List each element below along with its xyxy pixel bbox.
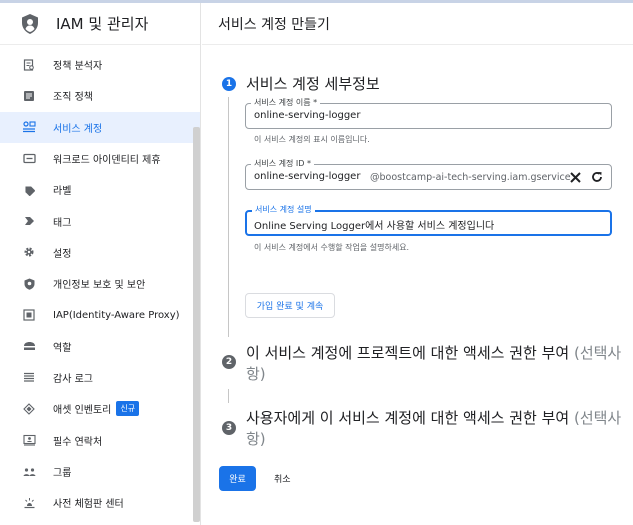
sidebar-item-gear[interactable]: 설정 [0,237,200,268]
gear-icon [22,245,36,259]
sidebar-item-label[interactable]: 라벨 [0,174,200,205]
step-2-title-text: 이 서비스 계정에 프로젝트에 대한 액세스 권한 부여 [246,344,570,362]
step-3-optional-open: (선택사 [573,409,622,427]
sidebar-item-roles[interactable]: 역할 [0,331,200,362]
name-field-hint: 이 서비스 계정의 표시 이름입니다. [254,135,370,144]
service-account-name-field[interactable]: 서비스 계정 이름 * online-serving-logger [245,98,612,129]
step-1-title: 서비스 계정 세부정보 [246,75,380,93]
sidebar-item-label: 역할 [53,342,72,354]
description-field-hint: 이 서비스 계정에서 수행할 작업을 설명하세요. [254,243,410,252]
step-2-title[interactable]: 이 서비스 계정에 프로젝트에 대한 액세스 권한 부여 (선택사 항) [246,343,626,385]
service-account-id-field[interactable]: 서비스 계정 ID * online-serving-logger @boost… [245,159,612,190]
name-field-value: online-serving-logger [254,110,361,121]
sidebar-item-label: 감사 로그 [53,374,93,386]
sidebar-item-service-account[interactable]: 서비스 계정 [0,111,200,143]
sidebar-item-privacy-shield[interactable]: 개인정보 보호 및 보안 [0,268,200,299]
step-3-optional-close: 항) [246,430,266,448]
sidebar-item-asset-inventory[interactable]: 애셋 인벤토리 신규 [0,393,200,424]
create-and-continue-button[interactable]: 가입 완료 및 계속 [245,293,335,318]
sidebar-item-label: 설정 [53,248,72,260]
sidebar-item-workload-identity[interactable]: 워크로드 아이덴티티 제휴 [0,143,200,174]
sidebar-item-preview-center[interactable]: 사전 체험판 센터 [0,487,200,518]
description-field-value: Online Serving Logger에서 사용할 서비스 계정입니다 [254,221,495,232]
sidebar-item-contacts[interactable]: 필수 연락처 [0,425,200,456]
label-icon [22,183,36,197]
org-policy-icon [22,89,36,103]
new-badge: 신규 [116,401,140,417]
sidebar-item-label: 필수 연락처 [53,436,103,448]
groups-icon [22,465,36,479]
policy-analyzer-icon [22,58,36,72]
roles-icon [22,339,36,353]
service-account-icon [22,120,36,134]
name-field-label: 서비스 계정 이름 * [251,98,321,108]
main-content: 서비스 계정 만들기 1 서비스 계정 세부정보 서비스 계정 이름 * onl… [202,3,633,525]
refresh-icon[interactable] [588,168,606,186]
step-2-optional-close: 항) [246,365,266,383]
sidebar-item-org-policy[interactable]: 조직 정책 [0,80,200,111]
sidebar-item-label: IAP(Identity-Aware Proxy) [53,309,180,321]
sidebar-item-policy-analyzer[interactable]: 정책 분석자 [0,49,200,80]
sidebar-item-audit-log[interactable]: 감사 로그 [0,362,200,393]
sidebar-item-groups[interactable]: 그룹 [0,456,200,487]
sidebar-scrollbar[interactable] [193,127,200,522]
id-field-value: online-serving-logger [254,171,361,182]
sidebar-item-label: 태그 [53,217,72,229]
sidebar-item-label: 사전 체험판 센터 [53,499,124,511]
step-3-number: 3 [222,421,236,435]
cancel-button[interactable]: 취소 [274,472,291,485]
sidebar-item-iap[interactable]: IAP(Identity-Aware Proxy) [0,299,200,330]
id-field-label: 서비스 계정 ID * [251,159,314,169]
id-field-domain-suffix: @boostcamp-ai-tech-serving.iam.gservice [370,172,571,183]
step-connector [228,389,229,403]
sidebar-menu: 정책 분석자조직 정책서비스 계정워크로드 아이덴티티 제휴라벨태그설정개인정보… [0,45,200,518]
preview-center-icon [22,496,36,510]
clear-icon[interactable] [566,168,584,186]
sidebar-item-label: 개인정보 보호 및 보안 [53,280,146,292]
sidebar-item-label: 애셋 인벤토리 [53,405,112,417]
sidebar-item-label: 그룹 [53,468,72,479]
privacy-shield-icon [22,277,36,291]
sidebar-item-label: 정책 분석자 [53,61,103,73]
step-1-number: 1 [222,77,236,91]
service-account-description-field[interactable]: 서비스 계정 설명 Online Serving Logger에서 사용할 서비… [245,205,612,236]
sidebar-item-label: 워크로드 아이덴티티 제휴 [53,155,161,167]
sidebar-item-label: 서비스 계정 [53,123,103,135]
step-connector [228,97,229,337]
tag-icon [22,214,36,228]
description-field-label: 서비스 계정 설명 [252,205,315,215]
step-2-number: 2 [222,355,236,369]
sidebar-title: IAM 및 관리자 [56,15,149,33]
iam-shield-icon [22,13,38,34]
step-3-title[interactable]: 사용자에게 이 서비스 계정에 대한 액세스 권한 부여 (선택사 항) [246,408,626,450]
sidebar-item-label: 조직 정책 [53,92,93,104]
page-title: 서비스 계정 만들기 [202,3,633,45]
done-button[interactable]: 완료 [219,466,256,491]
sidebar: IAM 및 관리자 정책 분석자조직 정책서비스 계정워크로드 아이덴티티 제휴… [0,3,201,525]
workload-identity-icon [22,152,36,166]
step-3-title-text: 사용자에게 이 서비스 계정에 대한 액세스 권한 부여 [246,409,570,427]
sidebar-header: IAM 및 관리자 [0,3,200,45]
sidebar-item-tag[interactable]: 태그 [0,205,200,236]
audit-log-icon [22,371,36,385]
step-2-optional-open: (선택사 [573,344,622,362]
asset-inventory-icon [22,402,36,416]
contacts-icon [22,433,36,447]
sidebar-item-label: 라벨 [53,186,72,198]
iap-icon [22,308,36,322]
